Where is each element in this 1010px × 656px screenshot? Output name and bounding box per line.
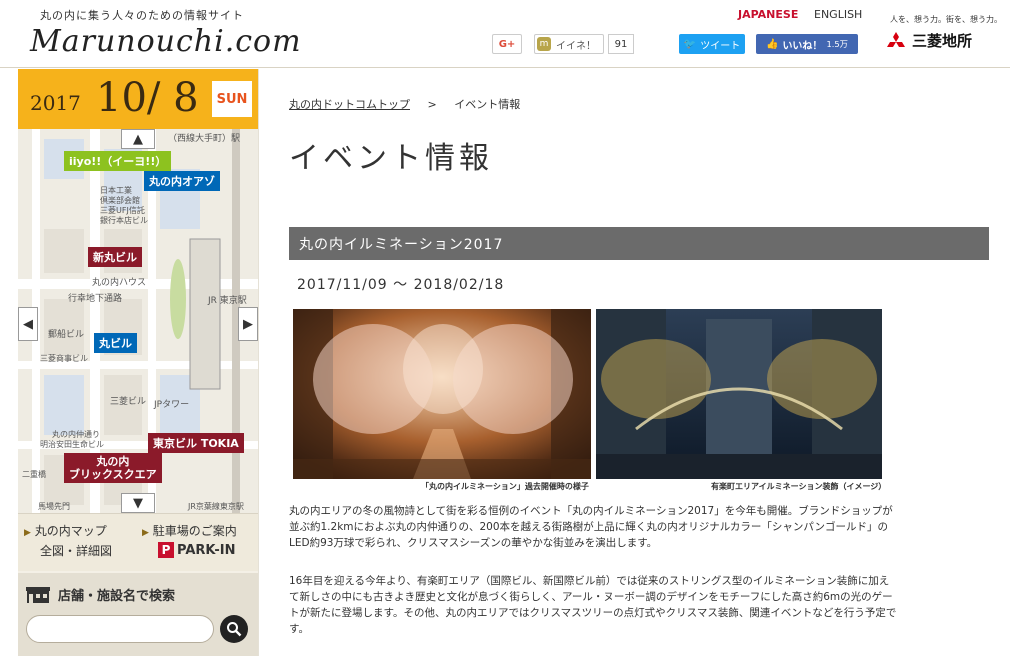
map-scroll-up-button[interactable]: ▲ [121,129,155,149]
site-logo[interactable]: Marunouchi.com [30,24,302,59]
breadcrumb-separator: > [427,98,437,111]
breadcrumb: 丸の内ドットコムトップ > イベント情報 [289,96,520,112]
illumination-photo-1-graphic [293,309,591,479]
illumination-photo-2-graphic [596,309,882,479]
map-label-babasaki: 馬場先門 [38,502,70,511]
map-links: ▶ 丸の内マップ 全図・詳細図 ▶ 駐車場のご案内 P PARK-IN [18,513,258,571]
today-date: 2017 10/ 8 SUN [18,69,258,129]
event-title-bar: 丸の内イルミネーション2017 [289,227,989,260]
left-sidebar: 2017 10/ 8 SUN （西線大手町）駅 日本工業 倶楽部会館 三菱UFJ… [18,69,258,656]
facebook-like-button[interactable]: 👍 いいね！ 1.5万 [756,34,858,54]
lang-japanese-link[interactable]: JAPANESE [738,8,798,21]
breadcrumb-home-link[interactable]: 丸の内ドットコムトップ [289,98,410,111]
chevron-left-icon: ◀ [23,316,33,332]
triangle-right-icon: ▶ [24,528,31,538]
date-year: 2017 [30,91,81,115]
event-description-2: 16年目を迎える今年より、有楽町エリア（国際ビル、新国際ビル前）では従来のストリ… [289,575,897,635]
map-label-kishin: 郵船ビル [48,330,85,340]
photo-caption-yurakucho: 有楽町エリアイルミネーション装飾（イメージ） [711,482,887,491]
mitsubishi-estate-logo[interactable]: 三菱地所 [886,30,972,51]
map-tag-oazo[interactable]: 丸の内オアゾ [144,171,220,191]
iine-count: 91 [608,34,634,54]
map-scroll-down-button[interactable]: ▼ [121,493,155,513]
search-title: 店舗・施設名で検索 [26,585,175,604]
event-description-1: 丸の内エリアの冬の風物詩として街を彩る恒例のイベント「丸の内イルミネーション20… [289,505,893,549]
map-label-mitsubishi-shoji: 三菱商事ビル [40,354,88,363]
map-label-bank: 銀行本店ビル [100,216,148,225]
map-label-gyoko: 行幸地下通路 [68,294,123,304]
tweet-button[interactable]: 🐦 ツイート [679,34,745,54]
map-tag-shinmaru[interactable]: 新丸ビル [88,247,142,267]
brick-line-2: ブリックスクエア [69,468,157,481]
search-button[interactable] [220,615,248,643]
twitter-bird-icon: 🐦 [683,38,697,50]
map-detail-link[interactable]: 全図・詳細図 [40,542,112,559]
tweet-label: ツイート [700,40,741,52]
date-day: 10/ 8 [96,75,199,121]
fb-like-count: 1.5万 [826,39,849,49]
iine-button[interactable]: m イイネ！ [534,34,604,54]
facility-search: 店舗・施設名で検索 [18,573,258,656]
illumination-photo-yurakucho [596,309,882,479]
facility-search-input[interactable] [26,615,214,643]
chevron-right-icon: ▶ [243,316,253,332]
map-label-nijubashi: 二重橋 [22,470,46,479]
google-plus-button[interactable]: G+ [492,34,522,54]
map-label-kyobashi: JR京葉線東京駅 [188,502,244,511]
map-guide-link[interactable]: ▶ 丸の内マップ [24,522,107,539]
map-label-meiji: 明治安田生命ビル [40,440,104,449]
brick-line-1: 丸の内 [96,455,130,468]
area-map[interactable]: （西線大手町）駅 日本工業 倶楽部会館 三菱UFJ信託 銀行本店ビル 丸の内ハウ… [18,129,258,513]
map-tag-brick-square[interactable]: 丸の内 ブリックスクエア [64,453,162,483]
map-label-marunouchi-house: 丸の内ハウス [92,278,147,288]
shop-icon [26,586,50,603]
three-diamonds-icon [887,31,905,47]
lang-english-link[interactable]: ENGLISH [814,8,862,21]
fb-like-label: いいね！ [782,40,823,52]
park-in-logo[interactable]: P PARK-IN [158,542,235,558]
event-period: 2017/11/09 〜 2018/02/18 [297,277,505,293]
main-content: 丸の内ドットコムトップ > イベント情報 イベント情報 丸の内イルミネーション2… [258,69,1010,656]
map-label-jr-tokyo: JR 東京駅 [208,296,247,306]
mec-name: 三菱地所 [912,32,973,50]
map-guide-label: 丸の内マップ [34,524,107,538]
breadcrumb-current: イベント情報 [454,98,521,111]
map-label-otemachi: （西線大手町）駅 [168,134,241,144]
map-label-jp-tower: JPタワー [154,400,190,410]
illumination-photo-past [293,309,591,479]
photo-caption-past: 「丸の内イルミネーション」過去開催時の様子 [421,482,589,491]
triangle-right-icon: ▶ [142,528,149,538]
parking-guide-link[interactable]: ▶ 駐車場のご案内 [142,522,237,539]
search-title-label: 店舗・施設名で検索 [58,589,176,604]
search-icon [227,622,242,637]
date-weekday: SUN [212,81,252,117]
chevron-up-icon: ▲ [133,131,143,147]
chevron-down-icon: ▼ [133,495,143,511]
mec-tagline: 人を、想う力。街を、想う力。 [890,15,1002,24]
iine-label: イイネ！ [556,40,596,52]
map-tag-iiyo[interactable]: iiyo!!（イーヨ!!） [64,151,172,171]
map-scroll-left-button[interactable]: ◀ [18,307,38,341]
parking-guide-label: 駐車場のご案内 [152,524,237,538]
thumbs-up-icon: 👍 [765,38,779,50]
parking-p-icon: P [158,542,174,558]
page-title: イベント情報 [289,141,493,176]
map-tag-tokia[interactable]: 東京ビル TOKIA [148,433,244,453]
map-tag-maru[interactable]: 丸ビル [94,333,137,353]
marunouchi-m-icon: m [537,37,551,51]
map-scroll-right-button[interactable]: ▶ [238,307,258,341]
site-tagline: 丸の内に集う人々のための情報サイト [40,9,244,22]
site-header: 丸の内に集う人々のための情報サイト Marunouchi.com JAPANES… [0,0,1010,68]
map-label-mitsubishi: 三菱ビル [110,397,147,407]
park-in-name: PARK-IN [177,542,236,558]
